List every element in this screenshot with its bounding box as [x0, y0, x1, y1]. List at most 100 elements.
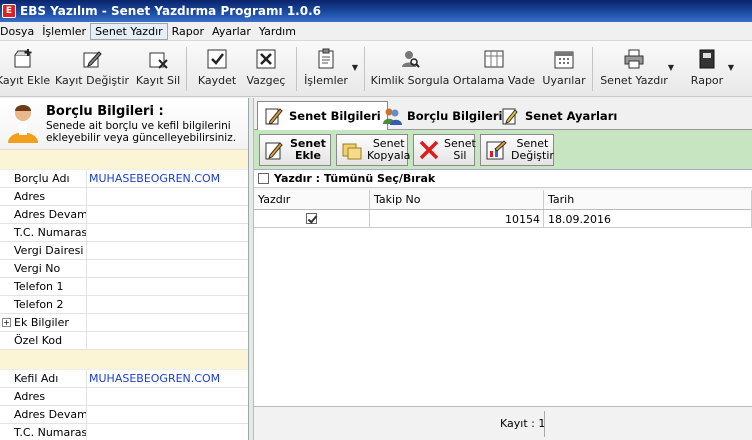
- senet-sil-button[interactable]: Senet Sil: [413, 134, 476, 166]
- property-value-field[interactable]: [87, 206, 248, 223]
- select-all-row: Yazdır : Tümünü Seç/Bırak: [254, 170, 752, 188]
- column-header-takip-no[interactable]: Takip No: [370, 190, 544, 209]
- property-label-text: T.C. Numarası: [14, 226, 87, 239]
- panel-header: Borçlu Bilgileri : Senede ait borçlu ve …: [0, 98, 248, 150]
- expand-plus-icon[interactable]: +: [2, 318, 11, 327]
- property-row[interactable]: Telefon 1: [0, 278, 248, 296]
- chevron-down-icon: ▼: [727, 63, 734, 72]
- edit-document-icon: [264, 106, 284, 126]
- property-label: + Ek Bilgiler: [0, 314, 87, 331]
- kaydet-button[interactable]: Kaydet: [198, 45, 236, 93]
- tab-senet-bilgileri[interactable]: Senet Bilgileri: [257, 101, 388, 130]
- property-row[interactable]: Özel Kod: [0, 332, 248, 350]
- property-row[interactable]: T.C. Numarası: [0, 424, 248, 440]
- islemler-dropdown-button[interactable]: İşlemler ▼: [304, 45, 358, 93]
- grid-footer: Kayıt : 1: [254, 406, 752, 440]
- kimlik-sorgula-button[interactable]: Kimlik Sorgula: [371, 45, 449, 93]
- property-label-text: Vergi No: [14, 262, 61, 275]
- column-header-yazdir[interactable]: Yazdır: [254, 190, 370, 209]
- menu-item[interactable]: Ayarlar: [208, 24, 255, 39]
- panel-subtitle: Senede ait borçlu ve kefil bilgilerini e…: [46, 120, 237, 144]
- property-row[interactable]: Borçlu Adı MUHASEBEOGREN.COM: [0, 170, 248, 188]
- property-value-field[interactable]: [87, 188, 248, 205]
- senet-kopyala-button[interactable]: Senet Kopyala: [336, 134, 410, 166]
- select-all-checkbox[interactable]: [258, 173, 269, 184]
- row-print-checkbox[interactable]: [305, 213, 317, 224]
- ortalama-vade-button[interactable]: Ortalama Vade: [453, 45, 535, 93]
- property-row[interactable]: Adres Devamı: [0, 406, 248, 424]
- rapor-dropdown-button[interactable]: Rapor ▼: [690, 45, 734, 93]
- senet-ekle-button[interactable]: Senet Ekle: [259, 134, 331, 166]
- vazgec-button[interactable]: Vazgeç: [246, 45, 286, 93]
- menu-item[interactable]: Rapor: [168, 24, 208, 39]
- property-label-text: Telefon 2: [14, 298, 64, 311]
- delete-record-icon: [147, 48, 169, 70]
- property-label: T.C. Numarası: [0, 224, 87, 241]
- kefil-section-header: [0, 350, 248, 370]
- property-label-text: Vergi Dairesi: [14, 244, 84, 257]
- property-row[interactable]: Telefon 2: [0, 296, 248, 314]
- property-row[interactable]: + Ek Bilgiler: [0, 314, 248, 332]
- property-value-field[interactable]: MUHASEBEOGREN.COM: [87, 370, 248, 387]
- kayit-sil-button[interactable]: Kayıt Sil: [136, 45, 180, 93]
- table-row[interactable]: 10154 18.09.2016: [254, 210, 752, 228]
- red-x-icon: [418, 139, 440, 161]
- property-value-field[interactable]: [87, 406, 248, 423]
- property-value-field[interactable]: [87, 424, 248, 440]
- panel-title: Borçlu Bilgileri :: [46, 104, 164, 119]
- chevron-down-icon: ▼: [351, 63, 358, 72]
- menu-bar: Dosya İşlemler Senet Yazdır Rapor Ayarlar Yar…: [0, 22, 752, 41]
- menu-item[interactable]: Dosya: [0, 24, 38, 39]
- select-all-label: Yazdır : Tümünü Seç/Bırak: [274, 172, 436, 185]
- menu-item[interactable]: Senet Yazdır: [90, 22, 168, 40]
- property-label: Borçlu Adı: [0, 170, 87, 187]
- property-value-field[interactable]: [87, 388, 248, 405]
- property-label: T.C. Numarası: [0, 424, 87, 440]
- property-value-field[interactable]: MUHASEBEOGREN.COM: [87, 170, 248, 187]
- property-value-field[interactable]: [87, 242, 248, 259]
- column-header-tarih[interactable]: Tarih: [544, 190, 752, 209]
- toolbar-separator: [592, 47, 593, 91]
- property-value-field[interactable]: [87, 314, 248, 331]
- menu-item[interactable]: İşlemler: [38, 24, 90, 39]
- tab-senet-ayarlari[interactable]: Senet Ayarları: [494, 101, 623, 130]
- person-avatar-icon: [5, 101, 41, 145]
- property-label-text: Kefil Adı: [14, 372, 59, 385]
- senet-degistir-button[interactable]: Senet Değiştir: [480, 134, 554, 166]
- property-row[interactable]: Kefil Adı MUHASEBEOGREN.COM: [0, 370, 248, 388]
- property-row[interactable]: Vergi Dairesi: [0, 242, 248, 260]
- property-row[interactable]: Adres: [0, 188, 248, 206]
- property-value-field[interactable]: [87, 332, 248, 349]
- property-row[interactable]: Vergi No: [0, 260, 248, 278]
- property-value-field[interactable]: [87, 260, 248, 277]
- uyarilar-button[interactable]: Uyarılar: [542, 45, 586, 93]
- table-grid-icon: [483, 48, 505, 70]
- tab-borclu-bilgileri[interactable]: Borçlu Bilgileri: [376, 101, 508, 130]
- settings-pencil-icon: [500, 106, 520, 126]
- property-label: Adres: [0, 188, 87, 205]
- menu-item[interactable]: Yardım: [255, 24, 300, 39]
- property-label: Telefon 1: [0, 278, 87, 295]
- senet-panel: Senet Bilgileri Borçlu Bilgileri Senet A…: [254, 98, 752, 440]
- grid-header: Yazdır Takip No Tarih: [254, 190, 752, 210]
- property-row[interactable]: T.C. Numarası: [0, 224, 248, 242]
- property-label-text: T.C. Numarası: [14, 426, 87, 439]
- kayit-ekle-button[interactable]: Kayıt Ekle: [0, 45, 50, 93]
- property-value-field[interactable]: [87, 224, 248, 241]
- save-check-icon: [206, 48, 228, 70]
- property-row[interactable]: Adres: [0, 388, 248, 406]
- edit-record-icon: [81, 48, 103, 70]
- add-record-icon: [12, 48, 34, 70]
- property-label: Telefon 2: [0, 296, 87, 313]
- property-value-field[interactable]: [87, 296, 248, 313]
- kayit-degistir-button[interactable]: Kayıt Değiştir: [55, 45, 129, 93]
- action-bar: Senet Ekle Senet Kopyala Senet Sil Senet Değ…: [254, 130, 752, 170]
- property-row[interactable]: Adres Devamı: [0, 206, 248, 224]
- yazdir-cell: [254, 210, 370, 227]
- property-label: Kefil Adı: [0, 370, 87, 387]
- printer-icon: [623, 48, 645, 70]
- toolbar-separator: [186, 47, 187, 91]
- property-label: Adres: [0, 388, 87, 405]
- property-value-field[interactable]: [87, 278, 248, 295]
- senet-yazdir-dropdown-button[interactable]: Senet Yazdır ▼: [600, 45, 674, 93]
